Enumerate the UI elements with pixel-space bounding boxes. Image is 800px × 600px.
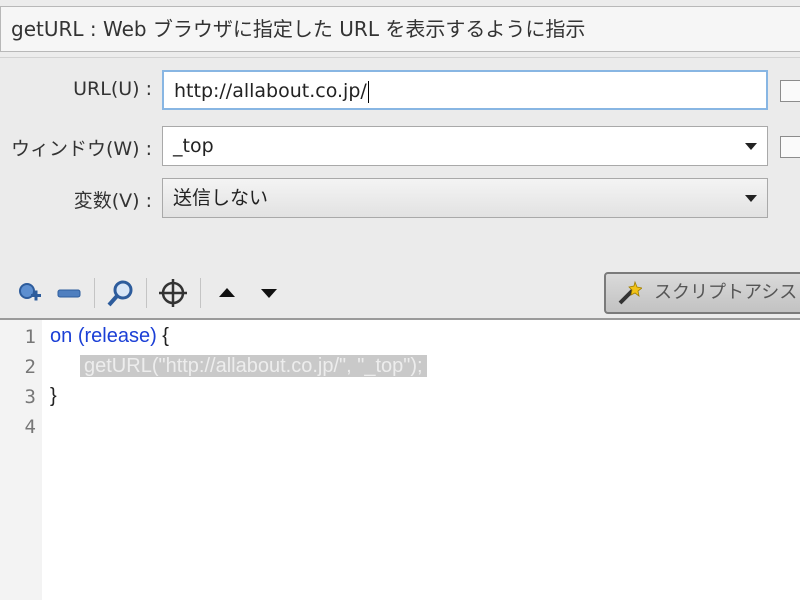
line-number: 4: [24, 416, 36, 438]
window-expression-checkbox[interactable]: [780, 136, 800, 158]
window-select[interactable]: _top: [162, 126, 768, 166]
script-editor[interactable]: 1 2 3 4 on (release) { getURL("http://al…: [0, 320, 800, 600]
code-line-3[interactable]: }: [50, 385, 57, 408]
magic-wand-icon: [618, 280, 642, 305]
search-icon: [107, 280, 133, 307]
move-up-icon: [219, 288, 235, 297]
keyword-on: on: [50, 325, 73, 347]
target-icon: [159, 279, 187, 307]
remove-icon: [57, 289, 81, 298]
insert-target-path-button[interactable]: [156, 276, 190, 310]
variables-value: 送信しない: [173, 187, 269, 209]
action-description-bar: getURL : Web ブラウザに指定した URL を表示するように指示: [0, 0, 800, 58]
script-assist-button[interactable]: スクリプトアシスト: [604, 272, 800, 314]
url-label: URL(U) :: [73, 78, 152, 100]
parameters-panel: URL(U) : http://allabout.co.jp/ ウィンドウ(W)…: [0, 58, 800, 266]
script-toolbar: スクリプトアシスト: [0, 266, 800, 320]
chevron-down-icon: [745, 195, 757, 202]
line-number: 2: [24, 356, 36, 378]
variables-label: 変数(V) :: [73, 190, 152, 212]
remove-statement-button[interactable]: [52, 276, 86, 310]
line-number: 3: [24, 386, 36, 408]
add-icon: [19, 283, 41, 301]
code-line-2[interactable]: getURL("http://allabout.co.jp/", "_top")…: [80, 355, 427, 378]
window-value: _top: [173, 135, 214, 157]
open-brace: {: [162, 325, 169, 347]
action-description: getURL : Web ブラウザに指定した URL を表示するように指示: [0, 6, 800, 52]
text-caret: [367, 80, 369, 103]
variables-select[interactable]: 送信しない: [162, 178, 768, 218]
url-value: http://allabout.co.jp/: [174, 80, 367, 102]
find-button[interactable]: [104, 276, 138, 310]
move-up-button[interactable]: [210, 276, 244, 310]
line-number: 1: [24, 326, 36, 348]
selected-statement[interactable]: getURL("http://allabout.co.jp/", "_top")…: [80, 355, 427, 377]
script-assist-label: スクリプトアシスト: [654, 282, 800, 303]
toolbar-divider: [200, 278, 201, 308]
url-field[interactable]: http://allabout.co.jp/: [162, 70, 768, 110]
event-release: (release): [77, 325, 157, 347]
move-down-button[interactable]: [252, 276, 286, 310]
code-line-1[interactable]: on (release) {: [50, 325, 169, 348]
url-expression-checkbox[interactable]: [780, 80, 800, 102]
chevron-down-icon: [745, 143, 757, 150]
close-brace: }: [50, 385, 57, 407]
move-down-icon: [261, 289, 277, 298]
add-statement-button[interactable]: [12, 276, 46, 310]
window-label: ウィンドウ(W) :: [10, 138, 152, 160]
line-number-gutter: 1 2 3 4: [0, 320, 42, 600]
toolbar-divider: [94, 278, 95, 308]
toolbar-divider: [146, 278, 147, 308]
